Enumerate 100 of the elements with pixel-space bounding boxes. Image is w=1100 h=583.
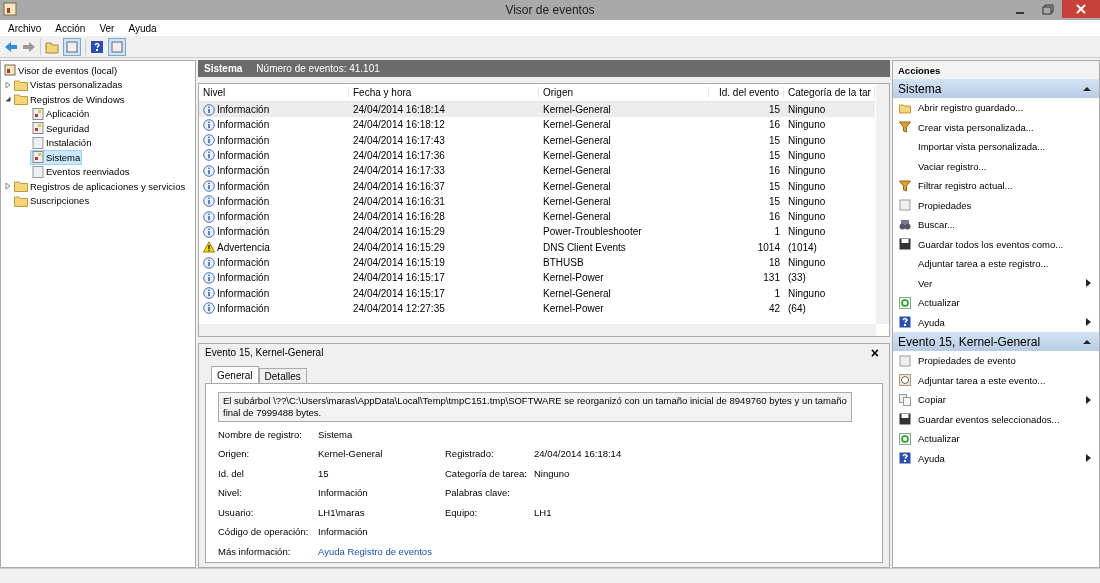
menu-item[interactable]: Archivo (8, 22, 42, 34)
log-icon (32, 107, 44, 120)
field-value: Ninguno (534, 467, 571, 479)
tree-item[interactable]: Suscripciones (12, 193, 92, 208)
tree-item[interactable]: Aplicación (30, 106, 92, 121)
table-cell: 18 (768, 257, 780, 268)
section-header[interactable]: Evento 15, Kernel-General (893, 332, 1099, 351)
table-cell: Ninguno (788, 195, 826, 207)
tree-item[interactable]: Sistema (30, 150, 83, 165)
forward-arrow-icon[interactable] (22, 40, 36, 53)
field-value: Información (318, 487, 369, 499)
tree-item[interactable]: Registros de aplicaciones y servicios (12, 179, 188, 194)
action-item[interactable]: Adjuntar tarea a este registro... (893, 254, 1099, 274)
action-item[interactable]: Vaciar registro... (893, 156, 1099, 176)
refresh-icon (899, 432, 911, 445)
action-item[interactable]: Abrir registro guardado... (893, 98, 1099, 118)
action-item[interactable]: Filtrar registro actual... (893, 176, 1099, 196)
close-button[interactable] (1062, 0, 1100, 18)
action-item[interactable]: Copiar (893, 390, 1099, 410)
event-row[interactable]: Información 24/04/2014 16:15:29 Power-Troubleshooter 1 Ninguno (199, 224, 875, 240)
event-description: El subárbol \??\C:\Users\maras\AppData\Local\Temp\tmpC151.tmp\SOFTWARE se reorganizó con un tamaño inicial de 8949760 bytes y un tamaño final de 7999488 bytes. (218, 391, 852, 422)
table-cell: (33) (788, 272, 806, 284)
column-header[interactable]: Id. del evento (709, 86, 784, 98)
table-cell: 1 (774, 226, 780, 238)
column-header[interactable]: Fecha y hora (349, 86, 539, 98)
tree-item[interactable]: Instalación (30, 135, 94, 150)
table-cell: Advertencia (217, 241, 270, 253)
tab[interactable]: Detalles (258, 367, 307, 384)
action-item[interactable]: Crear vista personalizada... (893, 117, 1099, 137)
action-item[interactable]: Guardar eventos seleccionados... (893, 409, 1099, 429)
event-row[interactable]: Información 24/04/2014 16:16:37 Kernel-General 15 Ninguno (199, 178, 875, 194)
action-item[interactable]: Buscar... (893, 215, 1099, 235)
table-cell: Información (217, 149, 270, 161)
field-value: LH1 (534, 506, 553, 518)
back-arrow-icon[interactable] (4, 40, 18, 53)
event-row[interactable]: Información 24/04/2014 16:17:33 Kernel-General 16 Ninguno (199, 163, 875, 179)
action-item[interactable]: Guardar todos los eventos como... (893, 234, 1099, 254)
vertical-scrollbar[interactable] (876, 83, 889, 324)
info-icon (203, 118, 215, 131)
table-cell: Kernel-General (543, 287, 611, 299)
action-item[interactable]: Actualizar (893, 293, 1099, 313)
action-item[interactable]: Ayuda (893, 448, 1099, 468)
field-value: Kernel-General (318, 448, 384, 460)
pane-toggle-icon[interactable] (63, 37, 81, 56)
menu-item[interactable]: Acción (55, 22, 86, 34)
tab[interactable]: General (211, 365, 259, 384)
action-item[interactable]: Ayuda (893, 312, 1099, 332)
event-row[interactable]: Información 24/04/2014 16:17:36 Kernel-General 15 Ninguno (199, 147, 875, 164)
table-cell: Kernel-Power (543, 272, 604, 284)
event-row[interactable]: Información 24/04/2014 16:16:28 Kernel-General 16 Ninguno (199, 209, 875, 225)
help-link[interactable]: Ayuda Registro de eventos (318, 545, 445, 557)
tree-item[interactable]: Vistas personalizadas (12, 77, 125, 92)
action-item[interactable]: Ver (893, 273, 1099, 293)
column-header[interactable]: Nivel (199, 86, 349, 98)
table-cell: Kernel-General (543, 104, 611, 116)
info-icon (203, 149, 215, 162)
event-row[interactable]: Advertencia 24/04/2014 16:15:29 DNS Client Events 1014 (1014) (199, 239, 875, 255)
tree-item[interactable]: Seguridad (30, 121, 92, 136)
table-cell: Información (217, 287, 270, 299)
help-icon (899, 316, 911, 329)
expand-arrow-icon[interactable] (4, 182, 12, 191)
action-item[interactable]: Actualizar (893, 429, 1099, 449)
menu-item[interactable]: Ayuda (128, 22, 157, 34)
table-cell: Ninguno (788, 226, 826, 238)
tree-item[interactable]: Registros de Windows (12, 92, 127, 107)
action-item[interactable]: Importar vista personalizada... (893, 137, 1099, 157)
event-row[interactable]: Información 24/04/2014 16:15:17 Kernel-General 1 Ninguno (199, 285, 875, 301)
tree-item[interactable]: Visor de eventos (local) (2, 63, 120, 78)
action-item[interactable]: Propiedades (893, 195, 1099, 215)
event-row[interactable]: Información 24/04/2014 16:18:12 Kernel-General 16 Ninguno (199, 117, 875, 133)
menu-item[interactable]: Ver (99, 22, 115, 34)
tree-item[interactable]: Eventos reenviados (30, 164, 132, 179)
action-item[interactable]: Propiedades de evento (893, 351, 1099, 371)
event-row[interactable]: Información 24/04/2014 16:17:43 Kernel-General 15 Ninguno (199, 132, 875, 148)
table-cell: Información (217, 134, 270, 146)
event-row[interactable]: Información 24/04/2014 16:15:19 BTHUSB 18 Ninguno (199, 254, 875, 271)
action-item[interactable]: Adjuntar tarea a este evento... (893, 370, 1099, 390)
table-cell: Ninguno (788, 104, 826, 116)
table-cell: 16 (768, 211, 780, 223)
folder-icon (14, 93, 28, 106)
table-cell: Información (217, 195, 270, 207)
pane-toggle-icon[interactable] (108, 37, 126, 56)
table-cell: Ninguno (788, 180, 826, 192)
table-cell: 24/04/2014 16:15:29 (353, 241, 445, 253)
log-viewer-icon (4, 64, 16, 77)
event-row[interactable]: Información 24/04/2014 16:16:31 Kernel-General 15 Ninguno (199, 193, 875, 209)
section-header[interactable]: Sistema (893, 79, 1099, 98)
help-icon[interactable] (90, 39, 104, 54)
field-label: Origen: (218, 448, 251, 460)
close-button[interactable]: × (866, 345, 883, 360)
table-cell: Información (217, 257, 270, 268)
column-header[interactable]: Categoría de la tar (784, 86, 875, 98)
collapse-arrow-icon[interactable] (4, 95, 12, 104)
field-label: Palabras clave: (445, 487, 511, 499)
event-row[interactable]: Información 24/04/2014 16:15:17 Kernel-Power 131 (33) (199, 270, 875, 286)
event-row[interactable]: Información 24/04/2014 12:27:35 Kernel-Power 42 (64) (199, 300, 875, 317)
horizontal-scrollbar[interactable] (199, 323, 876, 336)
column-header[interactable]: Origen (539, 86, 709, 98)
folder-icon[interactable] (45, 39, 59, 54)
expand-arrow-icon[interactable] (4, 80, 12, 89)
